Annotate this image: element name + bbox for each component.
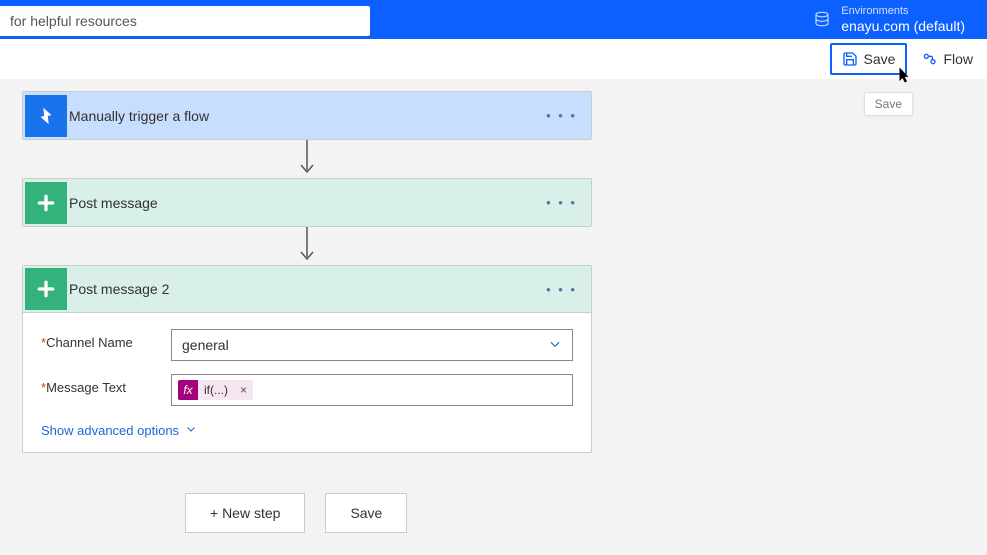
environment-label: Environments	[841, 5, 965, 18]
show-advanced-options[interactable]: Show advanced options	[41, 423, 197, 438]
action1-menu-button[interactable]: • • •	[532, 195, 591, 210]
fx-icon: fx	[178, 380, 198, 400]
environment-name: enayu.com (default)	[841, 18, 965, 35]
search-input[interactable]: for helpful resources	[0, 6, 370, 36]
flow-checker-label: Flow	[943, 51, 973, 67]
channel-name-value: general	[182, 337, 229, 353]
action-card-1[interactable]: Post message • • •	[22, 178, 592, 227]
action2-title: Post message 2	[69, 281, 532, 297]
new-step-button[interactable]: + New step	[185, 493, 305, 533]
environment-picker[interactable]: Environments enayu.com (default)	[813, 5, 987, 35]
environment-icon	[813, 10, 831, 28]
channel-name-select[interactable]: general	[171, 329, 573, 361]
arrow-connector	[22, 140, 592, 178]
action2-header[interactable]: Post message 2 • • •	[23, 266, 591, 313]
channel-name-label: *Channel Name	[41, 329, 171, 350]
top-bar: for helpful resources Environments enayu…	[0, 0, 987, 39]
chevron-down-icon	[548, 337, 562, 354]
message-text-input[interactable]: fx if(...) ×	[171, 374, 573, 406]
action1-title: Post message	[69, 195, 532, 211]
flow-checker-icon	[921, 51, 937, 67]
advanced-options-label: Show advanced options	[41, 423, 179, 438]
action2-menu-button[interactable]: • • •	[532, 282, 591, 297]
bottom-buttons: + New step Save	[185, 493, 987, 533]
trigger-menu-button[interactable]: • • •	[532, 108, 591, 123]
command-bar: Save Flow	[0, 39, 987, 79]
save-button-label: Save	[864, 51, 896, 67]
slack-icon	[25, 182, 67, 224]
search-placeholder-text: for helpful resources	[10, 13, 137, 29]
arrow-connector	[22, 227, 592, 265]
expression-text: if(...)	[198, 383, 234, 397]
save-flow-button[interactable]: Save	[325, 493, 407, 533]
chevron-down-icon	[185, 423, 197, 438]
flow-canvas: Manually trigger a flow • • • Post messa…	[0, 79, 987, 533]
remove-token-icon[interactable]: ×	[234, 383, 253, 397]
environment-text: Environments enayu.com (default)	[841, 5, 965, 35]
action-card-2: Post message 2 • • • *Channel Name gener…	[22, 265, 592, 453]
message-text-label: *Message Text	[41, 374, 171, 395]
trigger-icon	[25, 95, 67, 137]
expression-token[interactable]: fx if(...) ×	[178, 380, 253, 400]
trigger-card[interactable]: Manually trigger a flow • • •	[22, 91, 592, 140]
flow-checker-button[interactable]: Flow	[911, 45, 983, 73]
save-icon	[842, 51, 858, 67]
slack-icon	[25, 268, 67, 310]
trigger-title: Manually trigger a flow	[69, 108, 532, 124]
save-button[interactable]: Save	[830, 43, 908, 75]
